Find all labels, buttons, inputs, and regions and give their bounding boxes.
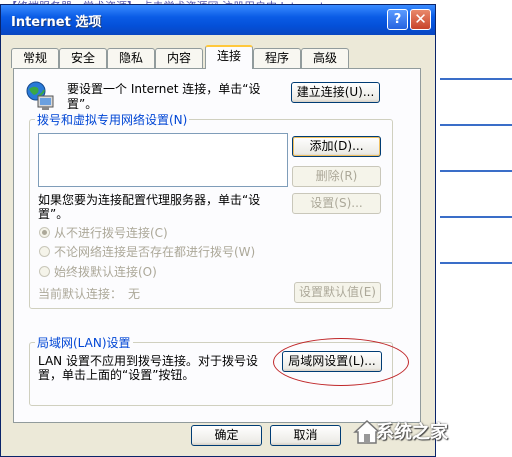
cancel-button[interactable]: 取消 <box>270 425 341 446</box>
network-globe-icon <box>26 81 54 110</box>
tab-programs[interactable]: 程序 <box>253 48 301 68</box>
dialup-connections-list[interactable] <box>38 133 288 187</box>
current-default-value: 无 <box>128 287 141 301</box>
setup-connection-text-line2: 置”。 <box>67 97 98 111</box>
title-bar[interactable]: Internet 选项 ? ✕ <box>1 5 435 35</box>
background-stripe <box>440 216 512 218</box>
radio-always-dial-default-label: 始终拨默认连接(O) <box>54 265 157 279</box>
tab-general[interactable]: 常规 <box>11 48 59 68</box>
lan-help-text-line2: 置，单击上面的“设置”按钮。 <box>38 368 195 382</box>
radio-always-dial-default[interactable] <box>39 266 50 277</box>
background-page-side <box>434 60 512 457</box>
proxy-help-text: 如果您要为连接配置代理服务器，单击“设 <box>38 193 261 207</box>
tab-connections[interactable]: 连接 <box>205 45 253 69</box>
setup-connection-button[interactable]: 建立连接(U)... <box>291 82 380 103</box>
window-title: Internet 选项 <box>11 15 102 30</box>
radio-never-dial-label: 从不进行拨号连接(C) <box>54 226 168 240</box>
help-button[interactable]: ? <box>387 9 408 30</box>
ok-button[interactable]: 确定 <box>191 425 262 446</box>
remove-connection-button: 删除(R) <box>292 166 381 187</box>
internet-options-dialog: Internet 选项 ? ✕ 常规 安全 隐私 内容 连接 程序 高级 要设置… <box>0 4 436 457</box>
background-stripe <box>440 170 512 172</box>
tab-content[interactable]: 内容 <box>155 48 203 68</box>
tab-advanced[interactable]: 高级 <box>301 48 349 68</box>
dialup-vpn-group-label: 拨号和虚拟专用网络设置(N) <box>35 111 190 128</box>
set-default-button: 设置默认值(E) <box>294 282 381 303</box>
lan-settings-group-label: 局域网(LAN)设置 <box>35 334 133 351</box>
annotation-circle <box>273 338 409 386</box>
site-watermark: 系统之家 <box>352 410 510 454</box>
connection-settings-button: 设置(S)... <box>292 193 381 214</box>
radio-dial-when-no-network-label: 不论网络连接是否存在都进行拨号(W) <box>54 245 256 259</box>
background-stripe <box>440 262 512 264</box>
current-default-label: 当前默认连接： <box>38 287 123 301</box>
radio-never-dial[interactable] <box>39 227 50 238</box>
background-stripe <box>440 124 512 126</box>
watermark-text: 系统之家 <box>376 422 448 443</box>
radio-dial-when-no-network[interactable] <box>39 246 50 257</box>
proxy-help-text-line2: 置”。 <box>38 207 69 221</box>
add-connection-button[interactable]: 添加(D)... <box>292 136 381 157</box>
tab-security[interactable]: 安全 <box>59 48 107 68</box>
background-stripe <box>440 78 512 80</box>
tab-privacy[interactable]: 隐私 <box>107 48 155 68</box>
close-button[interactable]: ✕ <box>410 9 431 30</box>
